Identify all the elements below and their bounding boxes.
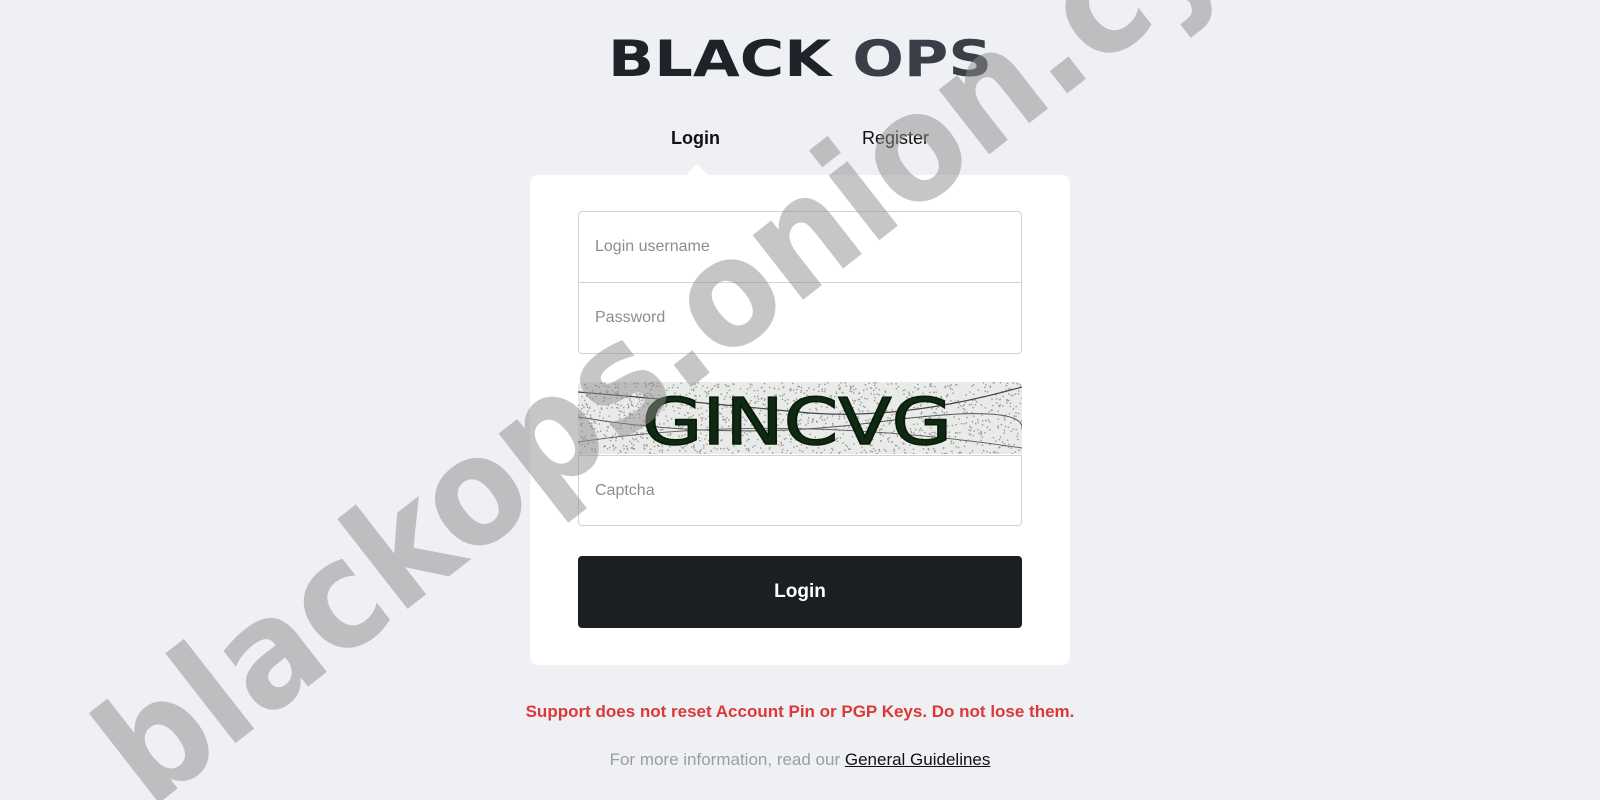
login-card: GINCVG Login <box>530 175 1070 665</box>
info-line: For more information, read our General G… <box>0 750 1600 770</box>
support-notice: Support does not reset Account Pin or PG… <box>525 702 1075 721</box>
general-guidelines-link[interactable]: General Guidelines <box>845 750 991 769</box>
black-ops-logo: BLACK OPS <box>608 36 992 80</box>
active-tab-indicator <box>686 164 708 175</box>
tab-register[interactable]: Register <box>862 128 929 149</box>
captcha-text: GINCVG <box>642 386 952 454</box>
credentials-group <box>578 211 1022 354</box>
captcha-image: GINCVG <box>578 382 1022 454</box>
password-input[interactable] <box>579 283 1021 353</box>
login-button[interactable]: Login <box>578 556 1022 628</box>
auth-tabs: Login Register <box>530 124 1070 160</box>
username-input[interactable] <box>579 212 1021 282</box>
logo-text: BLACK OPS <box>608 36 992 80</box>
captcha-input[interactable] <box>579 456 1021 526</box>
tab-login[interactable]: Login <box>671 128 720 149</box>
info-prefix: For more information, read our <box>609 750 845 769</box>
captcha-group <box>578 455 1022 526</box>
